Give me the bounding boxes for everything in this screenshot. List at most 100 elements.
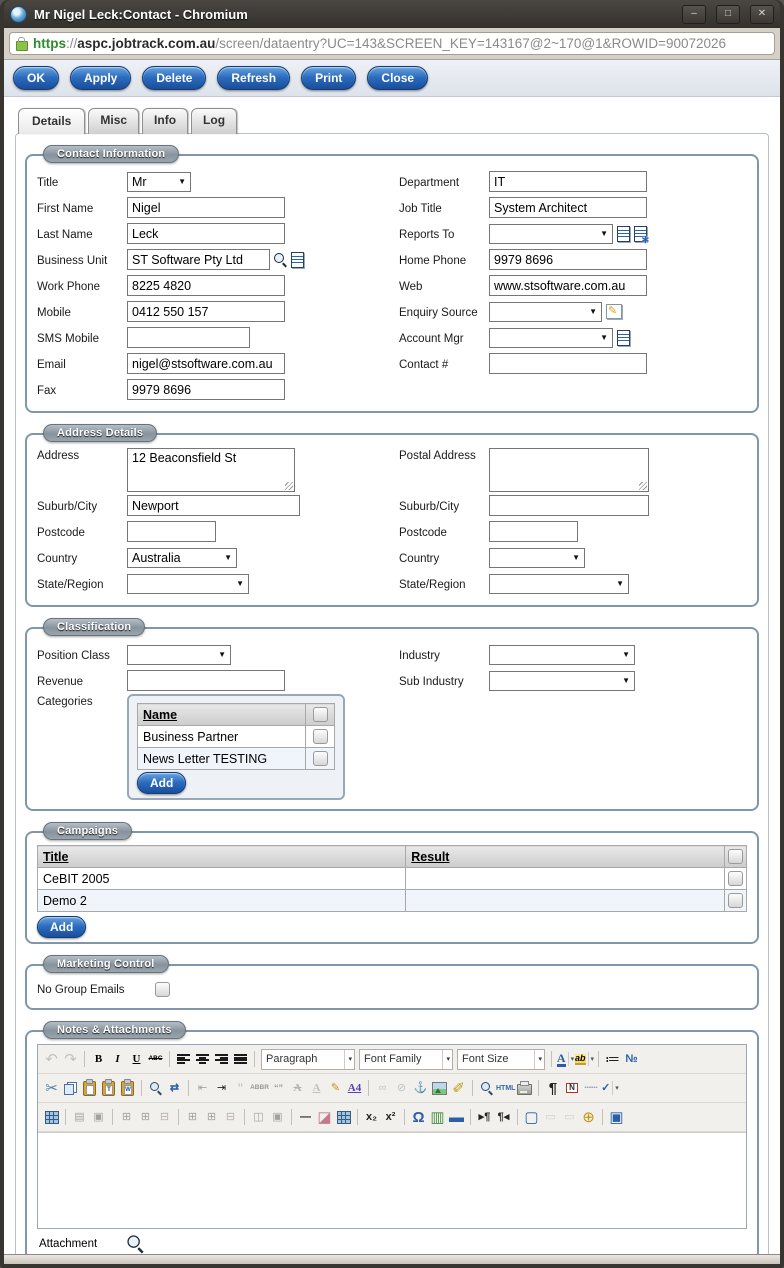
tab-misc[interactable]: Misc xyxy=(88,108,140,134)
fullscreen-icon[interactable]: ▣ xyxy=(607,1108,626,1127)
web-input[interactable] xyxy=(489,275,647,296)
url-input[interactable]: https://aspc.jobtrack.com.au/screen/data… xyxy=(9,32,775,55)
blockquote-icon[interactable]: “ xyxy=(231,1079,250,1098)
column-header-result[interactable]: Result xyxy=(411,850,449,864)
job-title-input[interactable] xyxy=(489,197,647,218)
text-color-icon[interactable]: A ▾ xyxy=(556,1050,575,1069)
italic-icon[interactable]: I xyxy=(108,1050,127,1069)
country-select[interactable]: ▼ xyxy=(489,547,585,568)
remove-formatting-icon[interactable]: ◪ xyxy=(315,1108,334,1127)
insert-attributes-icon[interactable]: ✎ xyxy=(326,1079,345,1098)
postcode-input[interactable] xyxy=(127,521,216,542)
indent-icon[interactable]: ⇥ xyxy=(212,1079,231,1098)
revenue-input[interactable] xyxy=(127,670,285,691)
abbreviation-icon[interactable]: ABBR xyxy=(250,1079,269,1098)
table-cell-properties-icon[interactable]: ▣ xyxy=(89,1108,108,1127)
left-to-right-icon[interactable]: ▸¶ xyxy=(475,1108,494,1127)
category-row-checkbox[interactable] xyxy=(312,751,328,767)
insert-embed-icon[interactable]: ▬ xyxy=(447,1108,466,1127)
editor-content[interactable] xyxy=(38,1132,746,1228)
special-character-icon[interactable]: Ω xyxy=(409,1108,428,1127)
preview-icon[interactable] xyxy=(477,1079,496,1098)
department-input[interactable] xyxy=(489,171,647,192)
quotation-icon[interactable]: “” xyxy=(269,1079,288,1098)
redo-icon[interactable]: ↷ xyxy=(61,1050,80,1069)
postal-address-textarea[interactable] xyxy=(489,448,649,492)
ok-button[interactable]: OK xyxy=(13,66,59,90)
add-category-button[interactable]: Add xyxy=(137,772,187,794)
enquiry-source-select[interactable]: ▼ xyxy=(489,301,602,322)
close-window-button[interactable]: ✕ xyxy=(750,4,774,24)
horizontal-rule-icon[interactable]: — xyxy=(296,1108,315,1127)
paragraph-marks-icon[interactable]: ¶ xyxy=(543,1079,562,1098)
insert-media-icon[interactable]: ▥ xyxy=(428,1108,447,1127)
sms-mobile-input[interactable] xyxy=(127,327,250,348)
bring-forward-icon[interactable]: ▭ xyxy=(541,1108,560,1127)
document-new-icon[interactable] xyxy=(634,225,650,246)
inserted-text-icon[interactable]: A xyxy=(307,1079,326,1098)
attachment-magnifier-icon[interactable] xyxy=(127,1235,144,1251)
contact-input[interactable] xyxy=(489,353,647,374)
delete-column-icon[interactable]: ⊟ xyxy=(221,1108,240,1127)
bullet-list-icon[interactable]: ≔ xyxy=(603,1050,622,1069)
html-source-icon[interactable]: HTML xyxy=(496,1079,515,1098)
home-phone-input[interactable] xyxy=(489,249,647,270)
highlight-color-icon[interactable]: ab ▾ xyxy=(575,1050,594,1069)
email-input[interactable] xyxy=(127,353,285,374)
insert-column-after-icon[interactable]: ⊞ xyxy=(202,1108,221,1127)
absolute-position-icon[interactable]: ▢ xyxy=(522,1108,541,1127)
state-region-select[interactable]: ▼ xyxy=(489,573,629,594)
insert-link-icon[interactable]: ∞ xyxy=(373,1079,392,1098)
column-header-name[interactable]: Name xyxy=(143,708,177,722)
paste-as-text-icon[interactable] xyxy=(99,1078,118,1098)
delete-row-icon[interactable]: ⊟ xyxy=(155,1108,174,1127)
numbered-list-icon[interactable]: № xyxy=(622,1050,641,1069)
split-cells-icon[interactable]: ◫ xyxy=(249,1108,268,1127)
address-textarea[interactable]: 12 Beaconsfield St xyxy=(127,448,295,492)
work-phone-input[interactable] xyxy=(127,275,285,296)
align-justify-icon[interactable] xyxy=(231,1050,250,1069)
document-icon[interactable] xyxy=(291,251,304,268)
tab-log[interactable]: Log xyxy=(191,108,238,134)
minimize-button[interactable]: – xyxy=(682,4,706,24)
first-name-input[interactable] xyxy=(127,197,285,218)
apply-button[interactable]: Apply xyxy=(70,66,132,90)
select-all-checkbox[interactable] xyxy=(728,849,743,865)
unlink-icon[interactable]: ⊘ xyxy=(392,1079,411,1098)
bold-icon[interactable]: B xyxy=(89,1050,108,1069)
deleted-text-icon[interactable]: A xyxy=(288,1079,307,1098)
undo-icon[interactable]: ↶ xyxy=(42,1050,61,1069)
tab-info[interactable]: Info xyxy=(142,108,189,134)
magnifier-icon[interactable] xyxy=(274,253,287,266)
close-button[interactable]: Close xyxy=(367,66,429,90)
business-unit-input[interactable] xyxy=(127,249,270,270)
right-to-left-icon[interactable]: ¶◂ xyxy=(494,1108,513,1127)
paste-icon[interactable] xyxy=(80,1078,99,1098)
select-all-checkbox[interactable] xyxy=(312,707,328,723)
insert-row-after-icon[interactable]: ⊞ xyxy=(136,1108,155,1127)
align-center-icon[interactable] xyxy=(193,1050,212,1069)
refresh-button[interactable]: Refresh xyxy=(217,66,291,90)
subscript-icon[interactable]: x₂ xyxy=(362,1108,381,1127)
campaign-row-checkbox[interactable] xyxy=(728,871,743,887)
spellcheck-icon[interactable]: ✓ ▾ xyxy=(600,1079,619,1098)
account-mgr-select[interactable]: ▼ xyxy=(489,327,613,348)
outdent-icon[interactable]: ⇤ xyxy=(193,1079,212,1098)
insert-row-before-icon[interactable]: ⊞ xyxy=(117,1108,136,1127)
nonbreaking-space-icon[interactable]: N xyxy=(562,1079,581,1098)
country-select[interactable]: Australia ▼ xyxy=(127,547,237,568)
maximize-button[interactable]: □ xyxy=(716,4,740,24)
fax-input[interactable] xyxy=(127,379,285,400)
no-group-emails-checkbox[interactable] xyxy=(155,981,170,997)
align-right-icon[interactable] xyxy=(212,1050,231,1069)
underline-icon[interactable]: U xyxy=(127,1050,146,1069)
secure-lock-icon[interactable] xyxy=(16,36,28,51)
document-icon[interactable] xyxy=(617,225,630,242)
font-select-icon[interactable]: A4 xyxy=(345,1079,364,1098)
print-icon[interactable] xyxy=(515,1079,534,1098)
find-replace-icon[interactable]: ⇄ xyxy=(165,1079,184,1098)
paragraph-format-select[interactable]: Paragraph ▾ xyxy=(261,1048,355,1070)
copy-icon[interactable] xyxy=(61,1079,80,1098)
industry-select[interactable]: ▼ xyxy=(489,644,635,665)
superscript-icon[interactable]: x² xyxy=(381,1108,400,1127)
